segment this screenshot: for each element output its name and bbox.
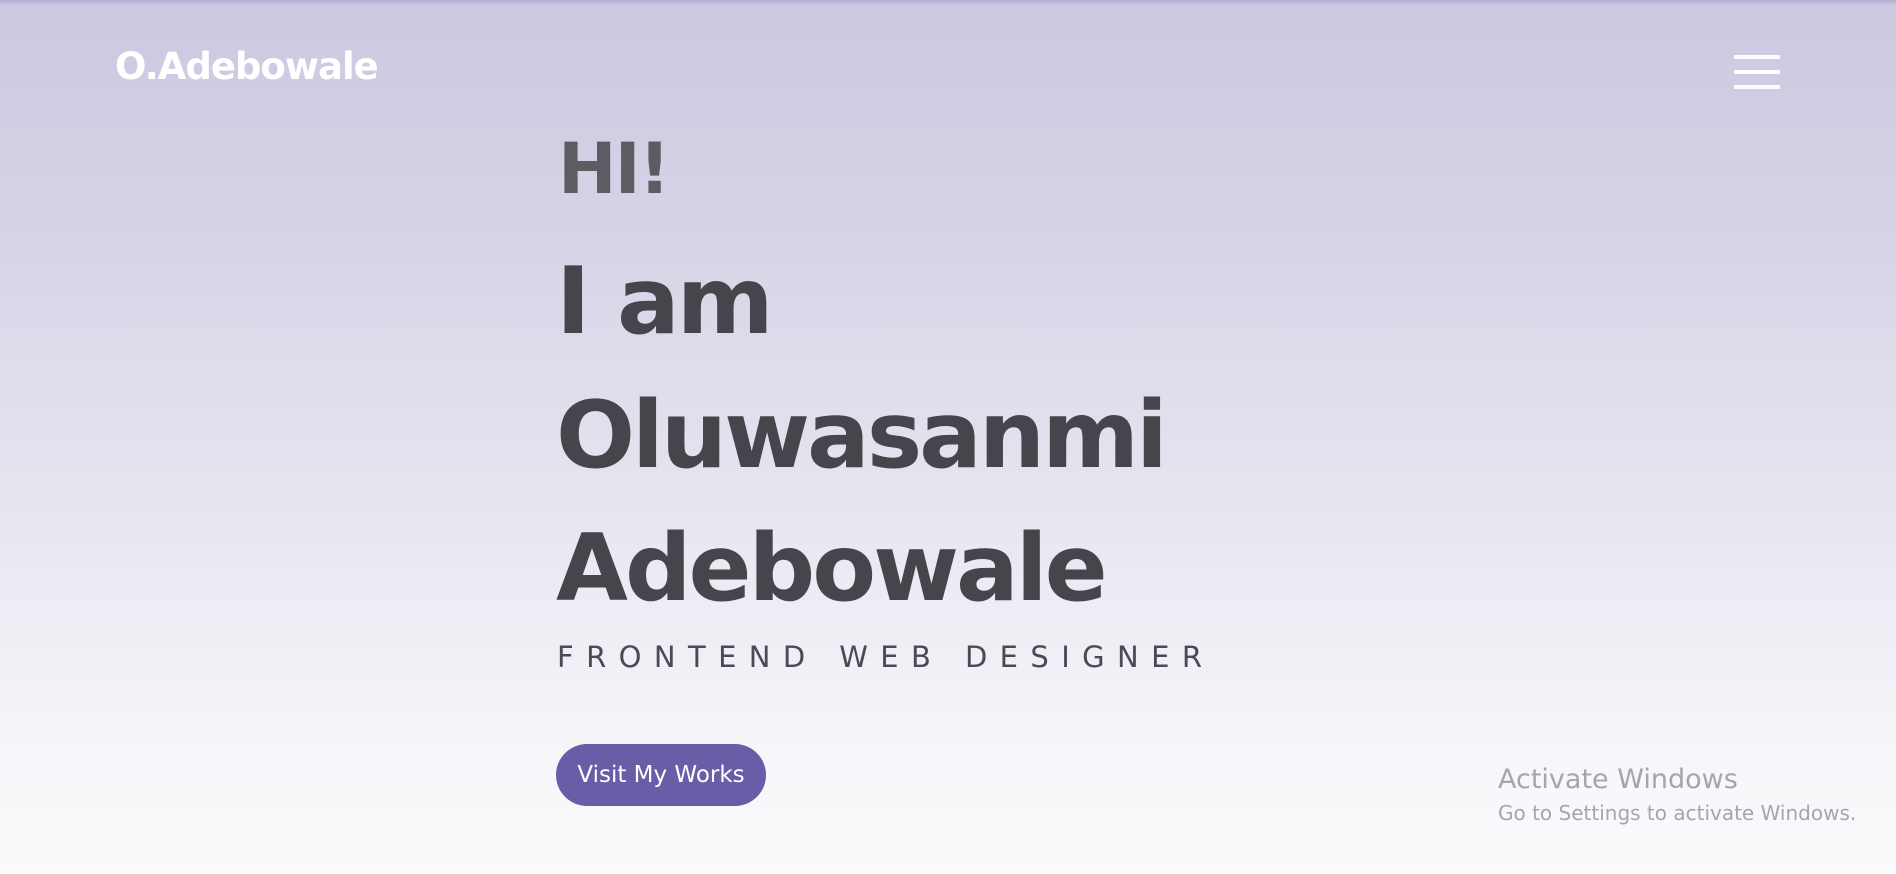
hamburger-menu-icon[interactable] — [1734, 55, 1780, 91]
visit-my-works-button[interactable]: Visit My Works — [556, 744, 766, 806]
hero-greeting: HI! — [558, 128, 671, 210]
site-logo[interactable]: O.Adebowale — [115, 48, 379, 85]
top-gradient-strip — [0, 0, 1896, 5]
hero-intro-line: I am — [556, 247, 774, 355]
menu-bar-middle — [1734, 70, 1780, 74]
hero-role-subtitle: FRONTEND WEB DESIGNER — [557, 640, 1215, 674]
menu-bar-top — [1734, 55, 1780, 59]
hero-first-name: Oluwasanmi — [556, 381, 1168, 489]
watermark-title: Activate Windows — [1498, 764, 1738, 795]
menu-bar-bottom — [1734, 85, 1780, 89]
watermark-subtitle: Go to Settings to activate Windows. — [1498, 801, 1857, 825]
hero-last-name: Adebowale — [556, 514, 1108, 622]
activate-windows-watermark: Activate Windows Go to Settings to activ… — [1498, 766, 1856, 823]
